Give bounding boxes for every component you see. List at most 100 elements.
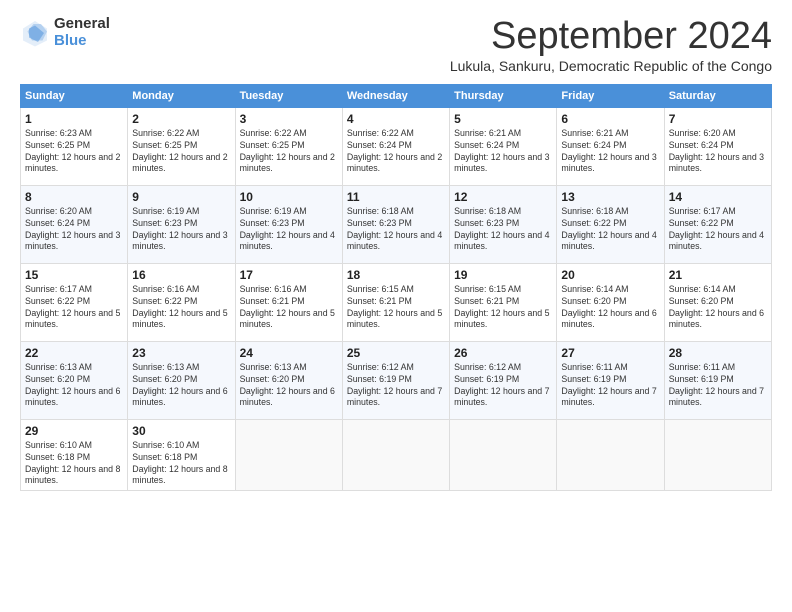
day-number: 2 [132, 112, 230, 126]
day-number: 12 [454, 190, 552, 204]
day-number: 18 [347, 268, 445, 282]
day-number: 26 [454, 346, 552, 360]
calendar-cell: 25 Sunrise: 6:12 AM Sunset: 6:19 PM Dayl… [342, 341, 449, 419]
day-number: 29 [25, 424, 123, 438]
day-number: 14 [669, 190, 767, 204]
day-info: Sunrise: 6:13 AM Sunset: 6:20 PM Dayligh… [132, 362, 230, 410]
day-info: Sunrise: 6:15 AM Sunset: 6:21 PM Dayligh… [347, 284, 445, 332]
day-number: 16 [132, 268, 230, 282]
day-number: 21 [669, 268, 767, 282]
day-info: Sunrise: 6:23 AM Sunset: 6:25 PM Dayligh… [25, 128, 123, 176]
weekday-header-sunday: Sunday [21, 84, 128, 107]
calendar-cell: 27 Sunrise: 6:11 AM Sunset: 6:19 PM Dayl… [557, 341, 664, 419]
day-number: 6 [561, 112, 659, 126]
day-info: Sunrise: 6:19 AM Sunset: 6:23 PM Dayligh… [132, 206, 230, 254]
day-number: 7 [669, 112, 767, 126]
calendar-cell: 6 Sunrise: 6:21 AM Sunset: 6:24 PM Dayli… [557, 107, 664, 185]
day-info: Sunrise: 6:19 AM Sunset: 6:23 PM Dayligh… [240, 206, 338, 254]
day-number: 28 [669, 346, 767, 360]
week-row-5: 29 Sunrise: 6:10 AM Sunset: 6:18 PM Dayl… [21, 419, 772, 491]
weekday-header-row: SundayMondayTuesdayWednesdayThursdayFrid… [21, 84, 772, 107]
day-info: Sunrise: 6:11 AM Sunset: 6:19 PM Dayligh… [561, 362, 659, 410]
weekday-header-monday: Monday [128, 84, 235, 107]
day-number: 20 [561, 268, 659, 282]
title-block: September 2024 Lukula, Sankuru, Democrat… [450, 16, 772, 80]
calendar-cell: 15 Sunrise: 6:17 AM Sunset: 6:22 PM Dayl… [21, 263, 128, 341]
day-number: 13 [561, 190, 659, 204]
calendar-cell: 29 Sunrise: 6:10 AM Sunset: 6:18 PM Dayl… [21, 419, 128, 491]
day-info: Sunrise: 6:22 AM Sunset: 6:25 PM Dayligh… [240, 128, 338, 176]
day-number: 17 [240, 268, 338, 282]
calendar-cell [342, 419, 449, 491]
calendar-cell: 3 Sunrise: 6:22 AM Sunset: 6:25 PM Dayli… [235, 107, 342, 185]
calendar-cell [664, 419, 771, 491]
day-info: Sunrise: 6:20 AM Sunset: 6:24 PM Dayligh… [669, 128, 767, 176]
day-info: Sunrise: 6:13 AM Sunset: 6:20 PM Dayligh… [25, 362, 123, 410]
calendar-cell: 23 Sunrise: 6:13 AM Sunset: 6:20 PM Dayl… [128, 341, 235, 419]
day-info: Sunrise: 6:12 AM Sunset: 6:19 PM Dayligh… [454, 362, 552, 410]
day-info: Sunrise: 6:10 AM Sunset: 6:18 PM Dayligh… [132, 440, 230, 488]
day-number: 10 [240, 190, 338, 204]
calendar-cell: 17 Sunrise: 6:16 AM Sunset: 6:21 PM Dayl… [235, 263, 342, 341]
calendar-cell: 19 Sunrise: 6:15 AM Sunset: 6:21 PM Dayl… [450, 263, 557, 341]
subtitle: Lukula, Sankuru, Democratic Republic of … [450, 58, 772, 74]
calendar-cell: 28 Sunrise: 6:11 AM Sunset: 6:19 PM Dayl… [664, 341, 771, 419]
calendar-cell: 24 Sunrise: 6:13 AM Sunset: 6:20 PM Dayl… [235, 341, 342, 419]
header: General Blue September 2024 Lukula, Sank… [20, 16, 772, 80]
calendar-cell: 4 Sunrise: 6:22 AM Sunset: 6:24 PM Dayli… [342, 107, 449, 185]
weekday-header-friday: Friday [557, 84, 664, 107]
calendar-cell: 26 Sunrise: 6:12 AM Sunset: 6:19 PM Dayl… [450, 341, 557, 419]
day-number: 3 [240, 112, 338, 126]
day-number: 23 [132, 346, 230, 360]
day-info: Sunrise: 6:14 AM Sunset: 6:20 PM Dayligh… [561, 284, 659, 332]
day-number: 25 [347, 346, 445, 360]
day-number: 30 [132, 424, 230, 438]
week-row-4: 22 Sunrise: 6:13 AM Sunset: 6:20 PM Dayl… [21, 341, 772, 419]
day-info: Sunrise: 6:13 AM Sunset: 6:20 PM Dayligh… [240, 362, 338, 410]
day-info: Sunrise: 6:15 AM Sunset: 6:21 PM Dayligh… [454, 284, 552, 332]
day-info: Sunrise: 6:12 AM Sunset: 6:19 PM Dayligh… [347, 362, 445, 410]
day-info: Sunrise: 6:17 AM Sunset: 6:22 PM Dayligh… [25, 284, 123, 332]
day-info: Sunrise: 6:18 AM Sunset: 6:22 PM Dayligh… [561, 206, 659, 254]
calendar-cell: 5 Sunrise: 6:21 AM Sunset: 6:24 PM Dayli… [450, 107, 557, 185]
calendar-cell: 18 Sunrise: 6:15 AM Sunset: 6:21 PM Dayl… [342, 263, 449, 341]
logo: General Blue [20, 16, 110, 49]
calendar-cell: 11 Sunrise: 6:18 AM Sunset: 6:23 PM Dayl… [342, 185, 449, 263]
calendar-cell: 8 Sunrise: 6:20 AM Sunset: 6:24 PM Dayli… [21, 185, 128, 263]
calendar-cell: 12 Sunrise: 6:18 AM Sunset: 6:23 PM Dayl… [450, 185, 557, 263]
day-info: Sunrise: 6:21 AM Sunset: 6:24 PM Dayligh… [561, 128, 659, 176]
calendar-cell: 14 Sunrise: 6:17 AM Sunset: 6:22 PM Dayl… [664, 185, 771, 263]
day-info: Sunrise: 6:14 AM Sunset: 6:20 PM Dayligh… [669, 284, 767, 332]
day-info: Sunrise: 6:11 AM Sunset: 6:19 PM Dayligh… [669, 362, 767, 410]
day-info: Sunrise: 6:18 AM Sunset: 6:23 PM Dayligh… [454, 206, 552, 254]
day-info: Sunrise: 6:20 AM Sunset: 6:24 PM Dayligh… [25, 206, 123, 254]
logo-general: General [54, 16, 110, 33]
calendar-cell [557, 419, 664, 491]
week-row-2: 8 Sunrise: 6:20 AM Sunset: 6:24 PM Dayli… [21, 185, 772, 263]
calendar-cell: 22 Sunrise: 6:13 AM Sunset: 6:20 PM Dayl… [21, 341, 128, 419]
calendar-cell: 20 Sunrise: 6:14 AM Sunset: 6:20 PM Dayl… [557, 263, 664, 341]
day-info: Sunrise: 6:17 AM Sunset: 6:22 PM Dayligh… [669, 206, 767, 254]
day-info: Sunrise: 6:22 AM Sunset: 6:25 PM Dayligh… [132, 128, 230, 176]
calendar-cell: 13 Sunrise: 6:18 AM Sunset: 6:22 PM Dayl… [557, 185, 664, 263]
calendar-cell: 7 Sunrise: 6:20 AM Sunset: 6:24 PM Dayli… [664, 107, 771, 185]
week-row-1: 1 Sunrise: 6:23 AM Sunset: 6:25 PM Dayli… [21, 107, 772, 185]
calendar-cell: 2 Sunrise: 6:22 AM Sunset: 6:25 PM Dayli… [128, 107, 235, 185]
day-info: Sunrise: 6:21 AM Sunset: 6:24 PM Dayligh… [454, 128, 552, 176]
weekday-header-saturday: Saturday [664, 84, 771, 107]
day-number: 8 [25, 190, 123, 204]
calendar-cell [450, 419, 557, 491]
day-number: 22 [25, 346, 123, 360]
calendar-cell: 21 Sunrise: 6:14 AM Sunset: 6:20 PM Dayl… [664, 263, 771, 341]
day-number: 9 [132, 190, 230, 204]
calendar-cell: 30 Sunrise: 6:10 AM Sunset: 6:18 PM Dayl… [128, 419, 235, 491]
calendar-cell: 16 Sunrise: 6:16 AM Sunset: 6:22 PM Dayl… [128, 263, 235, 341]
logo-text: General Blue [54, 16, 110, 49]
day-number: 1 [25, 112, 123, 126]
calendar-cell [235, 419, 342, 491]
day-number: 24 [240, 346, 338, 360]
calendar-cell: 1 Sunrise: 6:23 AM Sunset: 6:25 PM Dayli… [21, 107, 128, 185]
day-number: 15 [25, 268, 123, 282]
month-title: September 2024 [450, 16, 772, 58]
day-number: 19 [454, 268, 552, 282]
